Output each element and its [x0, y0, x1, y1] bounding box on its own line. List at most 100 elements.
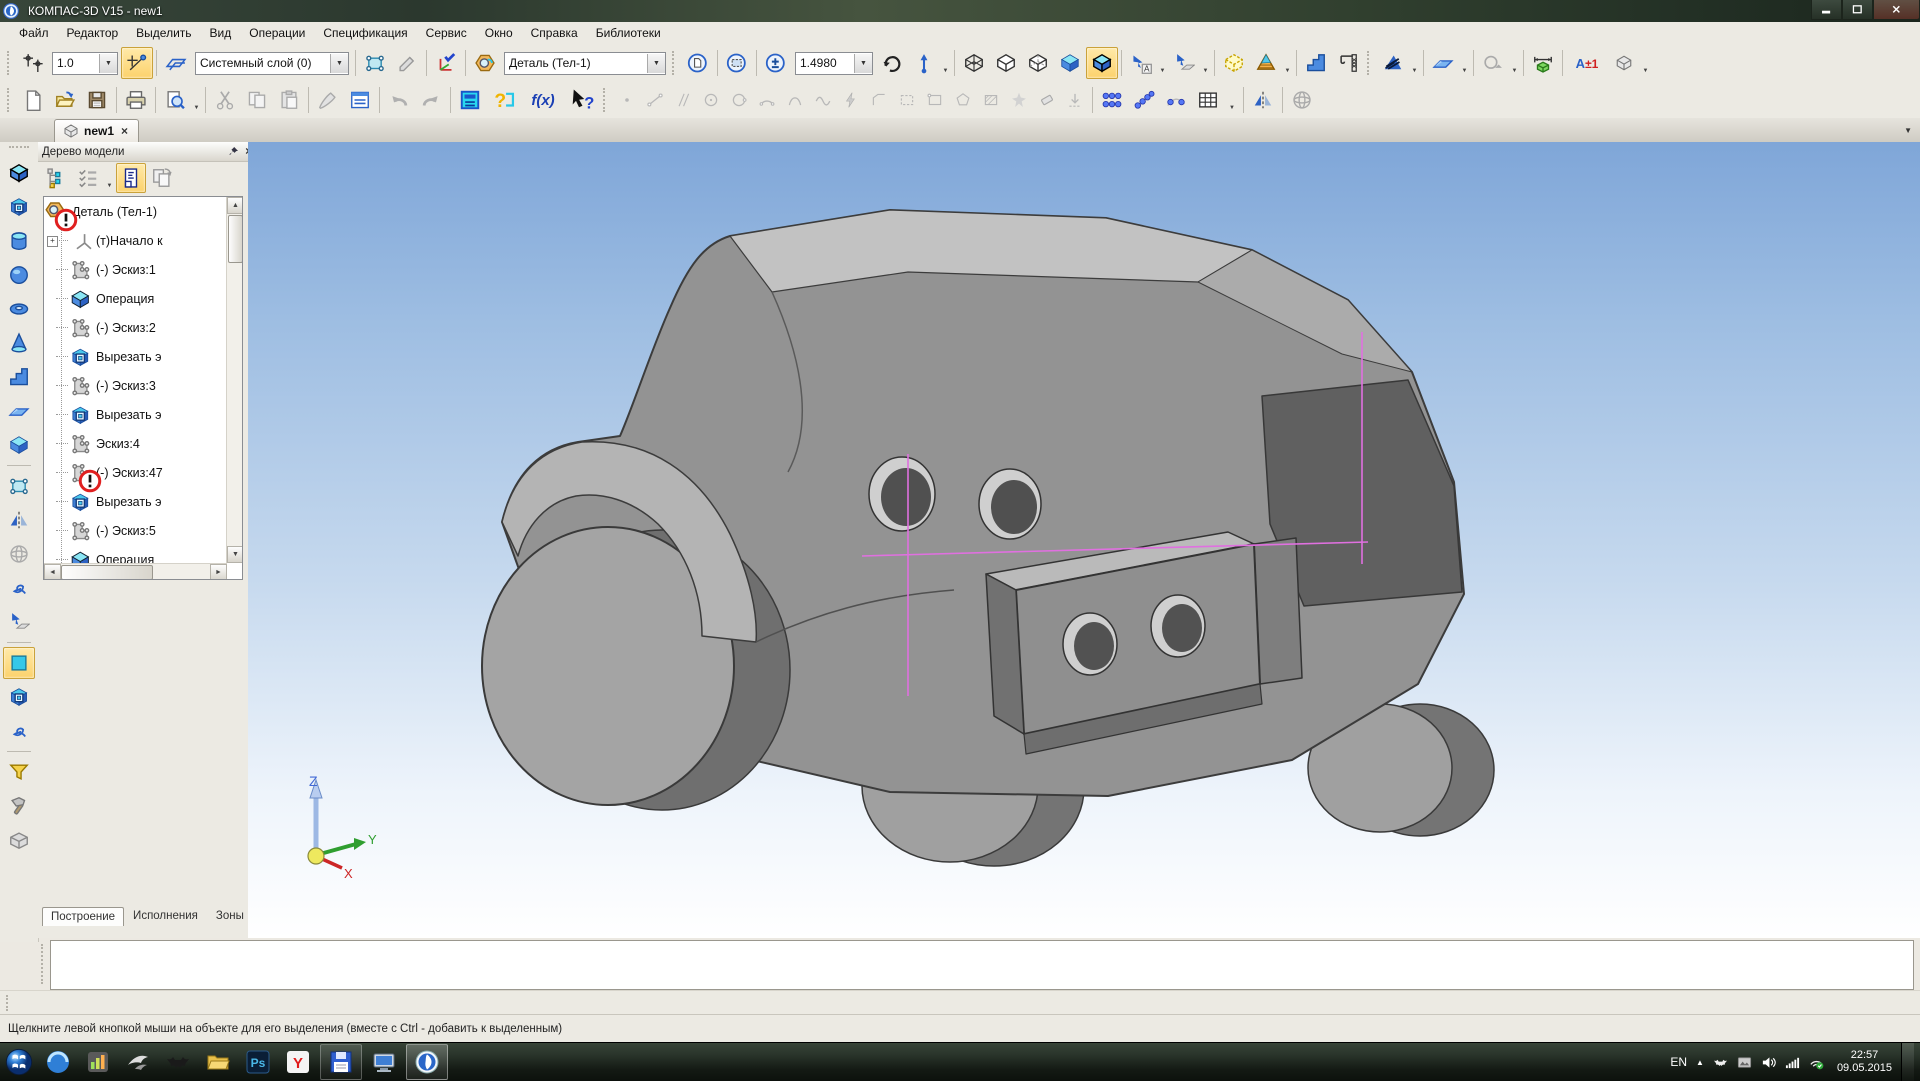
tree-composition-chevron-icon[interactable]: ▼	[104, 163, 115, 193]
tray-display-icon[interactable]	[1737, 1055, 1752, 1070]
sketch-tool-erase-button[interactable]	[1033, 86, 1061, 114]
menu-item-7[interactable]: Окно	[476, 24, 522, 42]
scroll-down-icon[interactable]: ▼	[227, 546, 243, 563]
tray-volume-icon[interactable]	[1761, 1055, 1776, 1070]
surface-sphere-button[interactable]	[1286, 84, 1318, 116]
tray-signal-icon[interactable]	[1785, 1055, 1800, 1070]
line-width-combo[interactable]: 1.0▼	[52, 52, 118, 75]
tray-expand-icon[interactable]: ▲	[1696, 1058, 1704, 1067]
halftone-section-button[interactable]	[1377, 47, 1409, 79]
zoom-scale-combo-dropdown-icon[interactable]: ▼	[854, 54, 872, 73]
snap-toggle-button[interactable]	[121, 47, 153, 79]
toolbar-grip[interactable]	[1367, 51, 1374, 75]
view-projection-button[interactable]: A	[1125, 47, 1157, 79]
sketch-tool-arrdown-button[interactable]	[1061, 86, 1089, 114]
tab-close-icon[interactable]: ×	[119, 124, 130, 138]
revolve-button[interactable]	[3, 225, 35, 257]
construction-plane-button[interactable]	[1427, 47, 1459, 79]
tree-item[interactable]: +(т)Начало к	[44, 226, 242, 255]
taskbar-wing-icon[interactable]	[118, 1045, 158, 1079]
wireframe-button[interactable]	[958, 47, 990, 79]
tree-hscrollbar[interactable]: ◄ ►	[44, 563, 227, 579]
edit-3d-button[interactable]	[391, 47, 423, 79]
sketch-tool-light-button[interactable]	[837, 86, 865, 114]
sketch-tool-rect-button[interactable]	[921, 86, 949, 114]
taskbar-computer-icon[interactable]	[364, 1045, 404, 1079]
menu-item-4[interactable]: Операции	[240, 24, 314, 42]
snap-points-button[interactable]	[17, 47, 49, 79]
sketch-handles-button[interactable]	[359, 47, 391, 79]
tools-button[interactable]	[3, 790, 35, 822]
rotate-view-button[interactable]	[876, 47, 908, 79]
tree-report-button[interactable]	[116, 163, 146, 193]
close-button[interactable]	[1873, 0, 1920, 20]
sketch-tool-conic-button[interactable]	[781, 86, 809, 114]
menu-item-9[interactable]: Библиотеки	[587, 24, 670, 42]
zoom-in-out-button[interactable]	[760, 47, 792, 79]
array-grid-button[interactable]	[1096, 84, 1128, 116]
specification-button[interactable]	[344, 84, 376, 116]
property-bar-grip[interactable]	[41, 944, 48, 984]
menu-item-2[interactable]: Выделить	[127, 24, 200, 42]
new-document-button[interactable]	[17, 84, 49, 116]
rounding-button-chevron-icon[interactable]: ▼	[1509, 48, 1520, 78]
mirror-button[interactable]	[3, 504, 35, 536]
load-scheme-button[interactable]	[1332, 47, 1364, 79]
viewport-3d[interactable]: Z Y X	[248, 142, 1920, 938]
copy-button[interactable]	[241, 84, 273, 116]
table-button[interactable]	[1192, 84, 1224, 116]
tree-item[interactable]: (-) Эскиз:1	[44, 255, 242, 284]
tree-item[interactable]: (-) Эскиз:47	[44, 458, 242, 487]
part-combo[interactable]: Деталь (Тел-1)▼	[504, 52, 666, 75]
rounding-button[interactable]	[1477, 47, 1509, 79]
section-display-button-chevron-icon[interactable]: ▼	[1282, 48, 1293, 78]
taskbar-folder-icon[interactable]	[198, 1045, 238, 1079]
current-part-button[interactable]	[469, 47, 501, 79]
model-truck[interactable]	[482, 210, 1494, 866]
tree-item[interactable]: Деталь (Тел-1)	[44, 197, 242, 226]
zoom-page-button[interactable]	[682, 47, 714, 79]
mirror-body-button[interactable]	[1247, 84, 1279, 116]
solid-modeling-button[interactable]	[3, 157, 35, 189]
tree-structure-button[interactable]	[42, 163, 72, 193]
tree-item[interactable]: Эскиз:4	[44, 429, 242, 458]
normal-button[interactable]	[3, 606, 35, 638]
tree-expander[interactable]: +	[47, 236, 58, 247]
tree-tab-0[interactable]: Построение	[42, 907, 124, 926]
pin-icon[interactable]	[228, 146, 239, 157]
tree-composition-button[interactable]	[73, 163, 103, 193]
taskbar-photoshop-icon[interactable]: Ps	[238, 1045, 278, 1079]
print-button[interactable]	[120, 84, 152, 116]
measure-button[interactable]	[1527, 47, 1559, 79]
taskbar-stats-icon[interactable]	[78, 1045, 118, 1079]
sketch-tool-corner-button[interactable]	[865, 86, 893, 114]
cut-button[interactable]	[209, 84, 241, 116]
tolerance-extra-button[interactable]	[1608, 47, 1640, 79]
normal-to-button[interactable]	[1168, 47, 1200, 79]
filter-faces-button[interactable]	[3, 647, 35, 679]
functions-button[interactable]: f(x)	[522, 84, 564, 116]
print-preview-button-chevron-icon[interactable]: ▼	[191, 85, 202, 115]
context-help-button[interactable]: ?	[564, 84, 600, 116]
menu-item-0[interactable]: Файл	[10, 24, 58, 42]
tree-item[interactable]: (-) Эскиз:2	[44, 313, 242, 342]
toolbar-grip[interactable]	[7, 88, 14, 112]
menu-item-3[interactable]: Вид	[201, 24, 241, 42]
sketch-tool-star-button[interactable]	[1005, 86, 1033, 114]
tolerance-extra-button-chevron-icon[interactable]: ▼	[1640, 48, 1651, 78]
minimize-button[interactable]	[1811, 0, 1842, 20]
taskbar-save-window-icon[interactable]	[320, 1044, 362, 1080]
tree-item[interactable]: (-) Эскиз:3	[44, 371, 242, 400]
orientation-check-button[interactable]	[430, 47, 462, 79]
scroll-up-icon[interactable]: ▲	[227, 197, 243, 214]
toolbar-overflow-button[interactable]: ▼	[1224, 84, 1240, 116]
taskbar-kompas-icon[interactable]	[406, 1044, 448, 1080]
sketch-tool-wave-button[interactable]	[809, 86, 837, 114]
part-combo-dropdown-icon[interactable]: ▼	[647, 54, 665, 73]
open-document-button[interactable]	[49, 84, 81, 116]
spiral-button[interactable]	[3, 572, 35, 604]
zoom-scale-combo[interactable]: 1.4980▼	[795, 52, 873, 75]
sketch-tool-poly-button[interactable]	[949, 86, 977, 114]
panel-grip[interactable]	[9, 146, 29, 153]
halftone-section-button-chevron-icon[interactable]: ▼	[1409, 48, 1420, 78]
